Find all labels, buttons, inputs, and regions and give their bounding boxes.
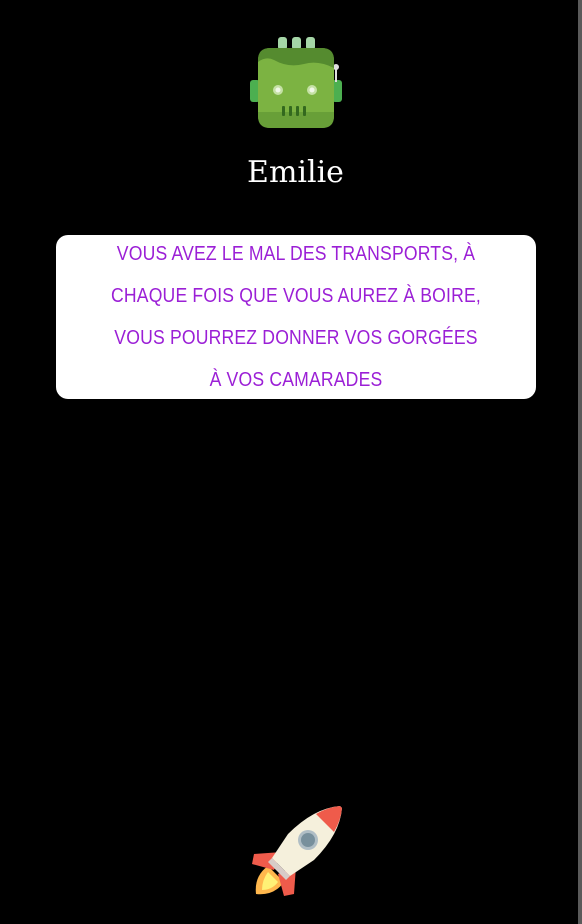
scrollbar-edge xyxy=(578,0,582,924)
challenge-text: VOUS AVEZ LE MAL DES TRANSPORTS, À CHAQU… xyxy=(111,243,481,391)
challenge-card: VOUS AVEZ LE MAL DES TRANSPORTS, À CHAQU… xyxy=(56,235,536,399)
game-screen: Emilie VOUS AVEZ LE MAL DES TRANSPORTS, … xyxy=(0,0,582,924)
next-turn-button[interactable] xyxy=(248,802,346,900)
player-name: Emilie xyxy=(247,155,344,190)
robot-head-icon xyxy=(250,37,342,128)
player-avatar xyxy=(248,34,344,132)
rocket-icon xyxy=(252,806,342,896)
